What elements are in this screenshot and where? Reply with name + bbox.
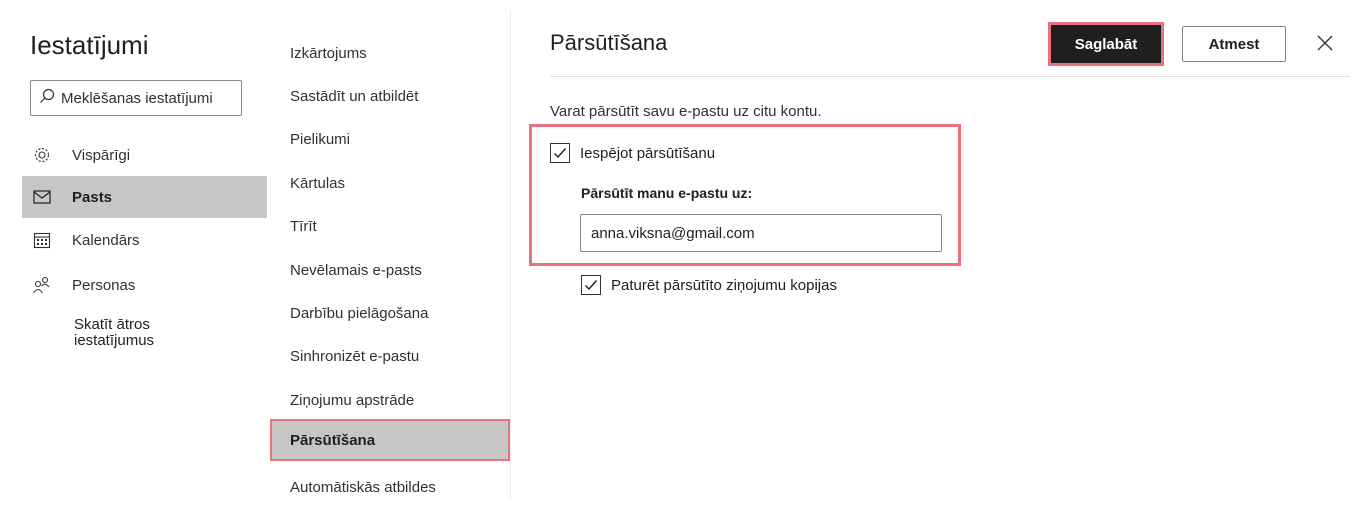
enable-forwarding-checkbox[interactable] <box>550 143 570 163</box>
mail-menu-item[interactable]: Pielikumi <box>270 119 510 159</box>
mail-menu-item[interactable]: Nevēlamais e-pasts <box>270 250 510 290</box>
mail-menu-item[interactable]: Darbību pielāgošana <box>270 293 510 333</box>
mail-menu-item-forwarding[interactable]: Pārsūtīšana <box>270 419 510 461</box>
keep-copy-label: Paturēt pārsūtīto ziņojumu kopijas <box>611 276 837 294</box>
nav-item-calendar[interactable]: Kalendārs <box>22 219 267 261</box>
forwarding-description: Varat pārsūtīt savu e-pastu uz citu kont… <box>550 103 822 120</box>
calendar-icon <box>32 230 52 250</box>
close-icon[interactable] <box>1312 30 1338 56</box>
enable-forwarding-row[interactable]: Iespējot pārsūtīšanu <box>550 143 715 163</box>
view-quick-settings-link[interactable]: Skatīt ātros iestatījumus <box>74 317 204 349</box>
keep-copy-row[interactable]: Paturēt pārsūtīto ziņojumu kopijas <box>581 275 837 295</box>
save-button[interactable]: Saglabāt <box>1048 22 1164 66</box>
gear-icon <box>32 145 52 165</box>
mail-menu-item[interactable]: Sastādīt un atbildēt <box>270 76 510 116</box>
keep-copy-checkbox[interactable] <box>581 275 601 295</box>
mail-menu-item[interactable]: Ziņojumu apstrāde <box>270 380 510 420</box>
forward-to-email-input[interactable] <box>580 214 942 252</box>
pane-title: Pārsūtīšana <box>550 30 668 55</box>
nav-item-label: Kalendārs <box>72 231 140 249</box>
nav-item-label: Pasts <box>72 188 113 206</box>
settings-search-placeholder: Meklēšanas iestatījumi <box>61 89 213 107</box>
nav-item-general[interactable]: Vispārīgi <box>22 134 267 176</box>
checkmark-icon <box>585 280 598 291</box>
nav-item-people[interactable]: Personas <box>22 264 267 306</box>
mail-menu-item[interactable]: Sinhronizēt e-pastu <box>270 336 510 376</box>
mail-menu-item[interactable]: Automātiskās atbildes <box>270 467 510 507</box>
search-icon <box>39 88 55 109</box>
checkmark-icon <box>554 148 567 159</box>
column-divider <box>510 10 511 499</box>
mail-menu-item[interactable]: Kārtulas <box>270 163 510 203</box>
enable-forwarding-label: Iespējot pārsūtīšanu <box>580 144 716 162</box>
nav-item-mail[interactable]: Pasts <box>22 176 267 218</box>
mail-menu-item[interactable]: Izkārtojums <box>270 33 510 73</box>
mail-icon <box>32 187 52 207</box>
settings-search-box[interactable]: Meklēšanas iestatījumi <box>30 80 242 116</box>
discard-button[interactable]: Atmest <box>1182 26 1286 62</box>
nav-item-label: Vispārīgi <box>72 146 131 164</box>
header-divider <box>550 76 1350 77</box>
forward-to-label: Pārsūtīt manu e-pastu uz: <box>581 185 753 201</box>
people-icon <box>32 275 52 295</box>
mail-menu-item[interactable]: Tīrīt <box>270 206 510 246</box>
settings-title: Iestatījumi <box>30 30 149 60</box>
nav-item-label: Personas <box>72 276 136 294</box>
